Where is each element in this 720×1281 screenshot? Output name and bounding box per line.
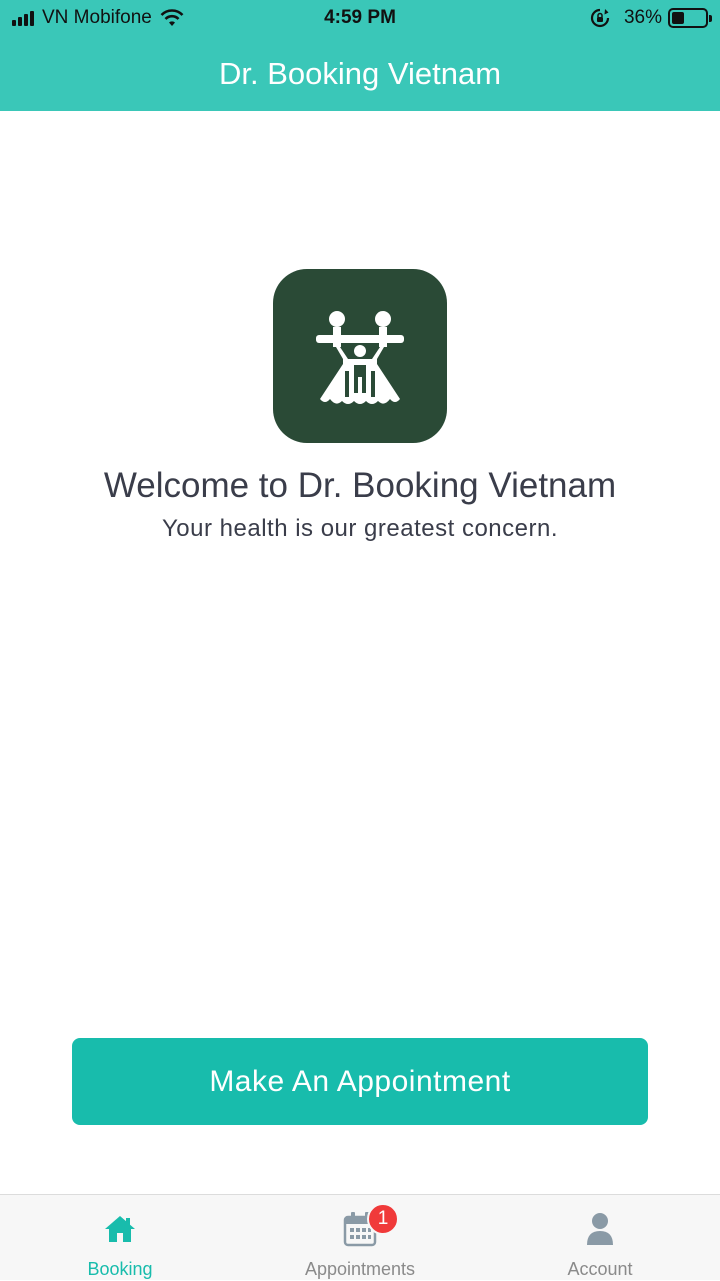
nav-bar: Dr. Booking Vietnam [0,36,720,111]
tab-booking[interactable]: Booking [0,1195,240,1281]
tab-label-booking: Booking [87,1259,153,1279]
tab-label-appointments: Appointments [304,1259,416,1279]
family-logo-icon [316,311,404,404]
welcome-subtitle: Your health is our greatest concern. [161,515,558,542]
battery-icon [668,8,712,28]
app-logo [273,269,447,443]
home-icon [105,1216,135,1242]
main-content: Welcome to Dr. Booking Vietnam Your heal… [0,111,720,1194]
user-icon [587,1213,613,1245]
tab-label-account: Account [567,1259,633,1279]
appointments-badge: 1 [367,1203,399,1235]
welcome-title: Welcome to Dr. Booking Vietnam [103,466,617,505]
status-right: 36% [590,7,712,29]
make-appointment-button[interactable]: Make An Appointment [72,1038,648,1125]
tab-appointments[interactable]: 1 Appointments [240,1195,480,1281]
rotation-lock-icon [590,8,610,28]
status-bar: VN Mobifone 4:59 PM 36% [0,0,720,36]
tab-bar: Booking 1 Appointments Account [0,1194,720,1280]
tab-account[interactable]: Account [480,1195,720,1281]
page-title: Dr. Booking Vietnam [218,55,502,91]
battery-percent: 36% [623,7,662,28]
